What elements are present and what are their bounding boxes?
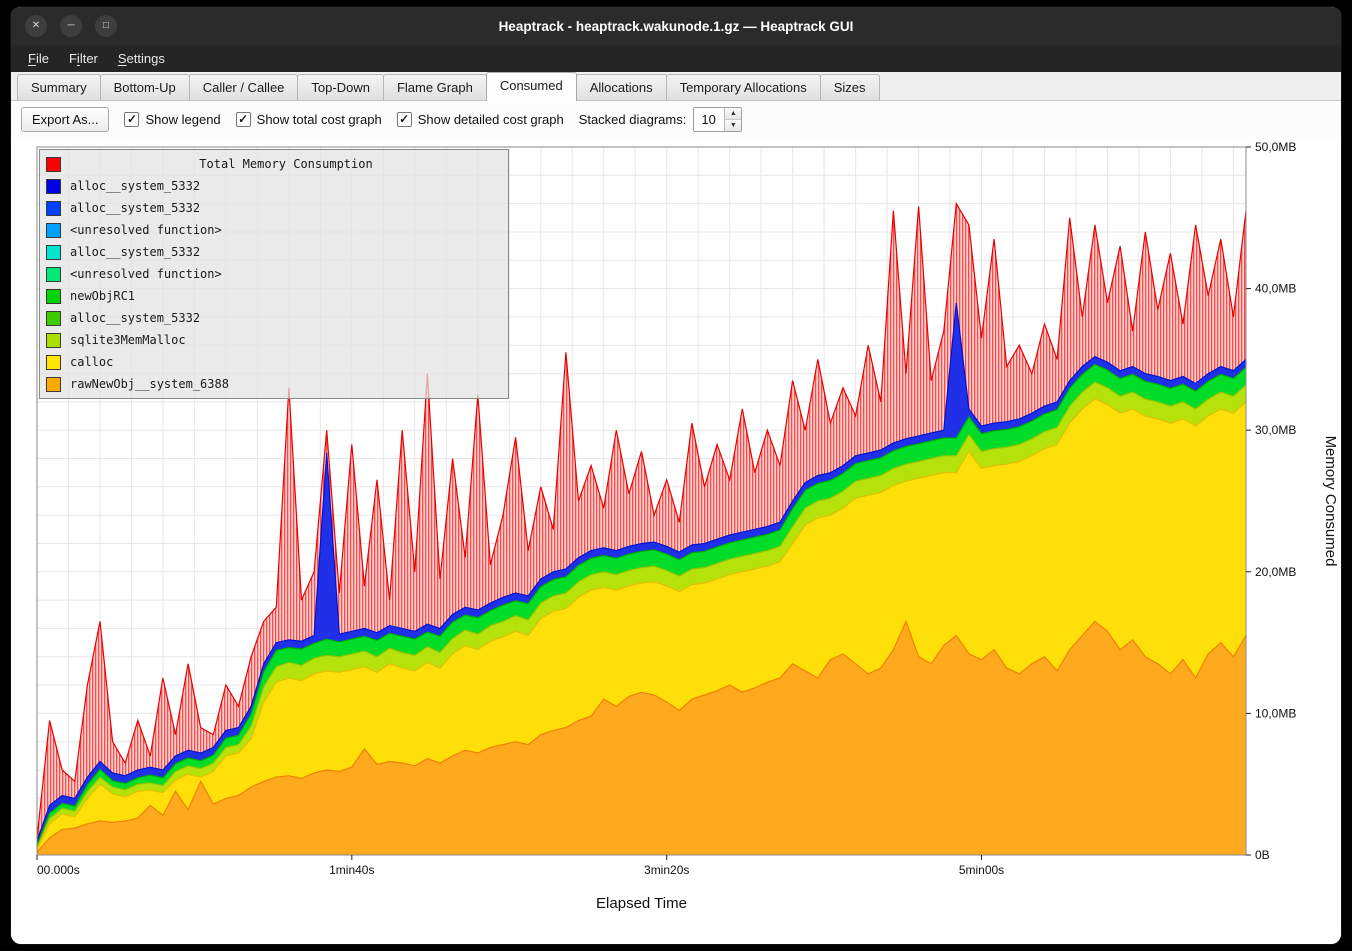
title-bar: ✕ ─ □ Heaptrack - heaptrack.wakunode.1.gz … [11,7,1341,45]
spin-up-button[interactable]: ▲ [725,108,741,120]
legend-color-swatch [46,289,61,304]
checkbox-label: Show detailed cost graph [418,112,564,127]
stacked-diagrams-control: Stacked diagrams: 10 ▲ ▼ [579,107,743,132]
x-tick-label: 00.000s [37,863,80,877]
tab-caller-callee[interactable]: Caller / Callee [189,74,299,100]
legend-color-swatch [46,311,61,326]
window-title: Heaptrack - heaptrack.wakunode.1.gz — He… [11,19,1341,34]
x-axis-title: Elapsed Time [596,895,687,912]
legend-label: <unresolved function> [70,267,222,281]
legend-entry: <unresolved function> [46,219,502,241]
legend-title-row: Total Memory Consumption [46,153,502,175]
export-as-button[interactable]: Export As... [21,107,109,132]
spinbox-arrows: ▲ ▼ [724,108,741,131]
window-controls: ✕ ─ □ [11,15,117,37]
minimize-button[interactable]: ─ [60,15,82,37]
legend-label: alloc__system_5332 [70,311,200,325]
legend-entry: alloc__system_5332 [46,197,502,219]
legend-label: sqlite3MemMalloc [70,333,186,347]
x-tick-label: 3min20s [644,863,689,877]
legend-color-swatch [46,333,61,348]
legend-color-swatch [46,245,61,260]
legend-label: rawNewObj__system_6388 [70,377,229,391]
legend-entry: alloc__system_5332 [46,307,502,329]
tab-top-down[interactable]: Top-Down [297,74,384,100]
legend-label: <unresolved function> [70,223,222,237]
x-tick-label: 5min00s [959,863,1004,877]
legend-entry: calloc [46,351,502,373]
menu-settings[interactable]: Settings [109,48,174,69]
legend-entry: sqlite3MemMalloc [46,329,502,351]
legend-entry: alloc__system_5332 [46,241,502,263]
legend-label: alloc__system_5332 [70,245,200,259]
checkbox-show-detailed-cost-graph[interactable]: ✓ Show detailed cost graph [397,112,564,127]
y-tick-label: 50,0MB [1255,140,1296,154]
tab-consumed[interactable]: Consumed [486,72,577,101]
legend-label: Total Memory Consumption [70,157,502,171]
checkbox-show-total-cost-graph[interactable]: ✓ Show total cost graph [236,112,382,127]
legend-label: alloc__system_5332 [70,179,200,193]
tab-flame-graph[interactable]: Flame Graph [383,74,487,100]
checkbox-show-legend[interactable]: ✓ Show legend [124,112,220,127]
legend-entry: alloc__system_5332 [46,175,502,197]
checkbox-label: Show legend [145,112,220,127]
legend-entry: newObjRC1 [46,285,502,307]
menu-file[interactable]: File [19,48,58,69]
legend-color-swatch [46,377,61,392]
stacked-diagrams-spinbox[interactable]: 10 ▲ ▼ [693,107,742,132]
tab-sizes[interactable]: Sizes [820,74,880,100]
checkbox-label: Show total cost graph [257,112,382,127]
y-tick-label: 40,0MB [1255,282,1296,296]
legend-entry: rawNewObj__system_6388 [46,373,502,395]
legend-color-swatch [46,267,61,282]
y-tick-label: 30,0MB [1255,423,1296,437]
y-axis-title: Memory Consumed [1322,436,1339,567]
checkbox-box[interactable]: ✓ [124,112,139,127]
spinbox-value[interactable]: 10 [694,108,724,131]
legend-color-swatch [46,355,61,370]
stacked-diagrams-label: Stacked diagrams: [579,112,687,127]
tab-allocations[interactable]: Allocations [576,74,667,100]
legend-color-swatch [46,179,61,194]
y-tick-label: 0B [1255,848,1270,862]
legend-label: newObjRC1 [70,289,135,303]
x-tick-label: 1min40s [329,863,374,877]
legend-label: alloc__system_5332 [70,201,200,215]
chart-legend: Total Memory Consumption alloc__system_53… [39,149,509,399]
tab-temporary-allocations[interactable]: Temporary Allocations [666,74,821,100]
y-tick-label: 10,0MB [1255,706,1296,720]
checkbox-box[interactable]: ✓ [236,112,251,127]
y-tick-label: 20,0MB [1255,565,1296,579]
checkbox-box[interactable]: ✓ [397,112,412,127]
chart-pane: 0B 10,0MB 20,0MB 30,0MB 40,0MB 50,0MB 00.000s 1… [11,137,1341,944]
tab-bar: SummaryBottom-UpCaller / CalleeTop-DownF… [11,72,1341,101]
menu-filter[interactable]: Filter [60,48,107,69]
menu-bar: FileFilterSettings [11,45,1341,72]
legend-color-swatch [46,157,61,172]
close-button[interactable]: ✕ [25,15,47,37]
tab-summary[interactable]: Summary [17,74,101,100]
app-window: ✕ ─ □ Heaptrack - heaptrack.wakunode.1.gz … [11,7,1341,944]
legend-color-swatch [46,223,61,238]
maximize-button[interactable]: □ [95,15,117,37]
legend-label: calloc [70,355,113,369]
toolbar: Export As... ✓ Show legend ✓ Show total cos… [11,101,1341,137]
legend-color-swatch [46,201,61,216]
spin-down-button[interactable]: ▼ [725,120,741,131]
legend-entry: <unresolved function> [46,263,502,285]
checkbox-group: ✓ Show legend ✓ Show total cost graph ✓ Show … [124,112,563,127]
tab-bottom-up[interactable]: Bottom-Up [100,74,190,100]
